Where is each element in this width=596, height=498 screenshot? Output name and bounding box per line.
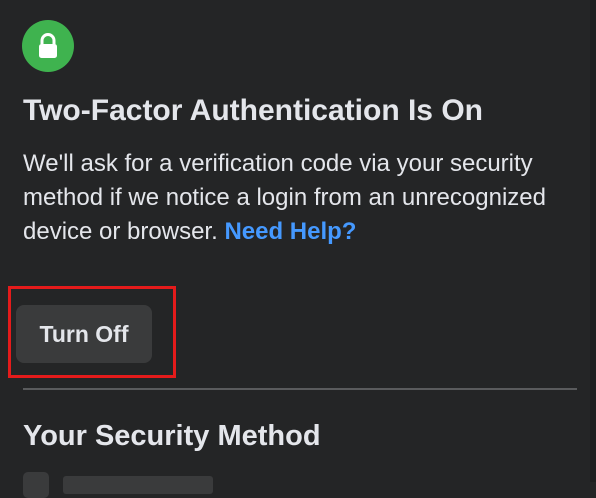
two-factor-status-badge: [22, 20, 74, 72]
need-help-link[interactable]: Need Help?: [224, 218, 356, 245]
turn-off-button[interactable]: Turn Off: [16, 305, 152, 363]
security-method-item[interactable]: [23, 472, 213, 498]
section-divider: [23, 388, 577, 390]
security-method-label-cropped: [63, 476, 213, 494]
security-method-title: Your Security Method: [23, 420, 321, 452]
lock-icon: [39, 33, 57, 58]
page-title: Two-Factor Authentication Is On: [23, 94, 483, 127]
screen-edge: [590, 0, 596, 482]
two-factor-description: We'll ask for a verification code via yo…: [23, 147, 563, 249]
security-method-icon: [23, 472, 49, 498]
